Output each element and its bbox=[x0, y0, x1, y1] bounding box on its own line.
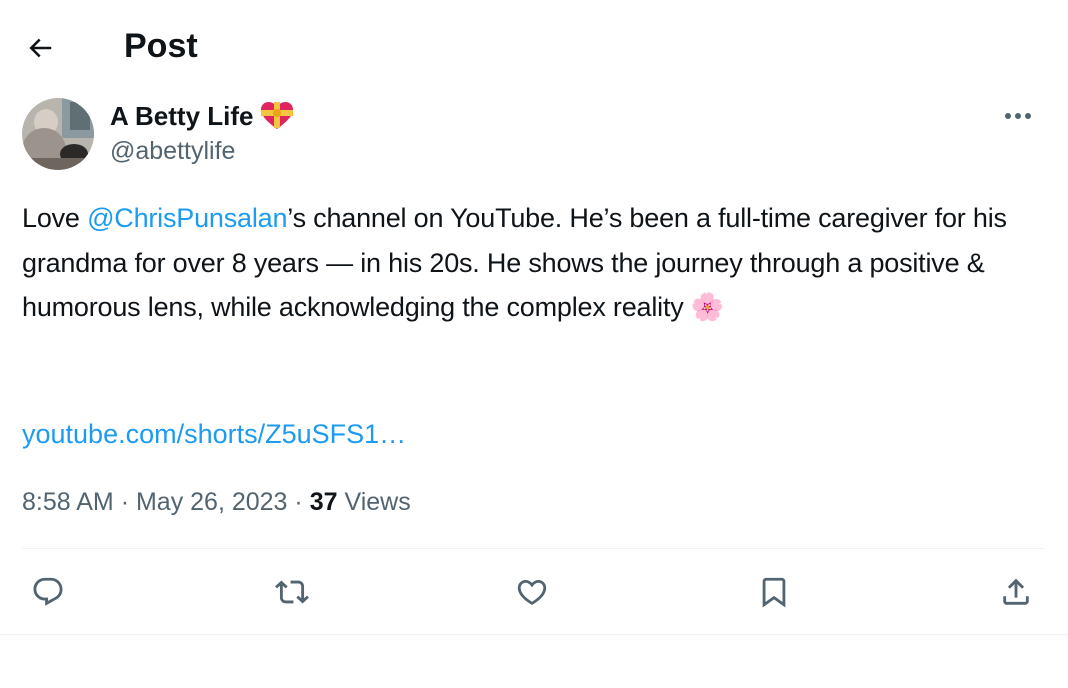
reply-icon bbox=[33, 577, 63, 606]
heart-with-ribbon-emoji bbox=[260, 102, 293, 129]
post-header: Post bbox=[0, 0, 1068, 92]
author-block: A Betty Life @abettylife bbox=[22, 98, 1022, 172]
more-horizontal-icon bbox=[1005, 113, 1031, 119]
like-button[interactable] bbox=[508, 568, 556, 616]
cherry-blossom-emoji: 🌸 bbox=[690, 292, 725, 322]
share-icon bbox=[1003, 578, 1029, 605]
mention-link[interactable]: @ChrisPunsalan bbox=[87, 203, 287, 233]
tweet-date[interactable]: May 26, 2023 bbox=[136, 488, 288, 516]
bookmark-icon bbox=[762, 577, 786, 608]
youtube-link[interactable]: youtube.com/shorts/Z5uSFS1… bbox=[22, 412, 406, 456]
action-bar bbox=[0, 568, 1068, 616]
arrow-left-icon bbox=[29, 38, 52, 58]
meta-separator: · bbox=[120, 488, 130, 516]
tweet-meta: 8:58 AM · May 26, 2023 · 37 Views bbox=[22, 484, 411, 520]
bookmark-button[interactable] bbox=[750, 568, 798, 616]
meta-separator: · bbox=[294, 488, 303, 516]
divider bbox=[22, 548, 1044, 549]
repost-button[interactable] bbox=[268, 568, 316, 616]
avatar-image bbox=[22, 98, 94, 170]
more-options-button[interactable] bbox=[996, 96, 1040, 136]
views-label: Views bbox=[344, 488, 411, 516]
share-button[interactable] bbox=[992, 568, 1040, 616]
heart-icon bbox=[517, 579, 547, 605]
author-handle[interactable]: @abettylife bbox=[110, 136, 235, 166]
page-title: Post bbox=[124, 27, 198, 65]
tweet-text-start: Love bbox=[22, 203, 88, 233]
back-button[interactable] bbox=[18, 26, 62, 70]
tweet-text: Love @ChrisPunsalan’s channel on YouTube… bbox=[22, 196, 1032, 330]
display-name[interactable]: A Betty Life bbox=[110, 98, 254, 134]
author-name-row[interactable]: A Betty Life bbox=[110, 98, 294, 134]
views-count: 37 bbox=[309, 488, 338, 516]
tweet-time[interactable]: 8:58 AM bbox=[22, 488, 114, 516]
divider bbox=[0, 634, 1068, 635]
reply-button[interactable] bbox=[24, 568, 72, 616]
repost-icon bbox=[275, 580, 309, 604]
avatar[interactable] bbox=[22, 98, 94, 170]
